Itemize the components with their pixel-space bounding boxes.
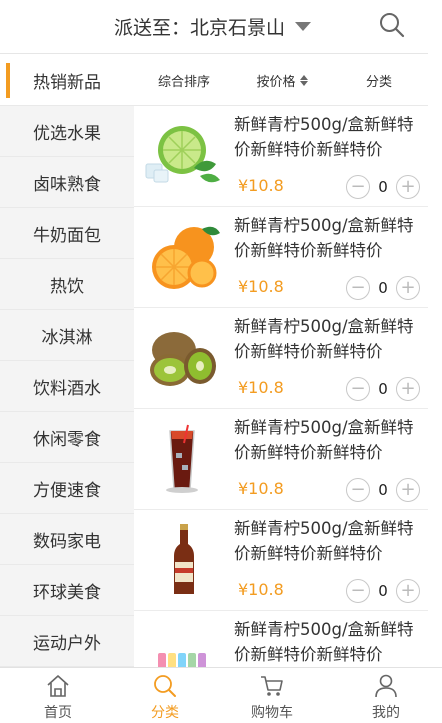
- quantity-value: 0: [378, 380, 388, 398]
- orange-image: [152, 226, 220, 289]
- sidebar-item-deli[interactable]: 卤味熟食: [0, 157, 134, 208]
- product-price: ¥10.8: [238, 580, 284, 599]
- quantity-stepper: − 0 +: [346, 478, 420, 502]
- sidebar-item-hot-drinks[interactable]: 热饮: [0, 259, 134, 310]
- product-price: ¥10.8: [238, 176, 284, 195]
- drink-bottles-image: [158, 653, 206, 667]
- sort-comprehensive[interactable]: 综合排序: [134, 71, 234, 90]
- sort-by-price-label: 按价格: [256, 74, 296, 90]
- product-price: ¥10.8: [238, 479, 284, 498]
- product-list: 新鲜青柠500g/盒新鲜特价新鲜特价新鲜特价 ¥10.8 − 0 + 新鲜青柠5…: [134, 106, 428, 667]
- quantity-value: 0: [378, 279, 388, 297]
- product-title: 新鲜青柠500g/盒新鲜特价新鲜特价新鲜特价: [234, 418, 414, 462]
- lime-image: [145, 126, 220, 183]
- minus-button[interactable]: −: [346, 276, 370, 300]
- plus-button[interactable]: +: [396, 276, 420, 300]
- tab-cart[interactable]: 购物车: [214, 668, 330, 723]
- sidebar-item-ice-cream[interactable]: 冰淇淋: [0, 310, 134, 361]
- plus-button[interactable]: +: [396, 377, 420, 401]
- caret-down-icon: [295, 21, 312, 31]
- tab-category[interactable]: 分类: [116, 668, 214, 723]
- kiwi-image: [150, 332, 216, 386]
- product-item[interactable]: 新鲜青柠500g/盒新鲜特价新鲜特价新鲜特价 ¥10.8 − 0 +: [134, 308, 428, 409]
- home-icon: [47, 675, 69, 697]
- tab-mine[interactable]: 我的: [330, 668, 442, 723]
- sort-arrows-icon: [299, 74, 308, 86]
- sidebar-item-global-food[interactable]: 环球美食: [0, 565, 134, 616]
- quantity-stepper: − 0 +: [346, 579, 420, 603]
- quantity-value: 0: [378, 178, 388, 196]
- sidebar-item-fruit[interactable]: 优选水果: [0, 106, 134, 157]
- product-item[interactable]: 新鲜青柠500g/盒新鲜特价新鲜特价新鲜特价 ¥10.8 − 0 +: [134, 409, 428, 510]
- product-title: 新鲜青柠500g/盒新鲜特价新鲜特价新鲜特价: [234, 519, 414, 563]
- minus-button[interactable]: −: [346, 579, 370, 603]
- sidebar-item-electronics[interactable]: 数码家电: [0, 514, 134, 565]
- search-icon[interactable]: [378, 11, 406, 39]
- user-icon: [375, 674, 397, 698]
- tab-cart-label: 购物车: [251, 705, 293, 721]
- product-item[interactable]: 新鲜青柠500g/盒新鲜特价新鲜特价新鲜特价: [134, 611, 428, 667]
- location-label: 派送至：北京石景山: [114, 16, 286, 39]
- product-title: 新鲜青柠500g/盒新鲜特价新鲜特价新鲜特价: [234, 216, 414, 260]
- quantity-value: 0: [378, 582, 388, 600]
- product-title: 新鲜青柠500g/盒新鲜特价新鲜特价新鲜特价: [234, 620, 414, 664]
- quantity-value: 0: [378, 481, 388, 499]
- sort-bar: 综合排序 按价格 分类: [134, 55, 428, 106]
- sidebar-item-outdoor[interactable]: 运动户外: [0, 616, 134, 667]
- search-icon: [154, 675, 176, 697]
- plus-button[interactable]: +: [396, 175, 420, 199]
- sidebar-item-snacks[interactable]: 休闲零食: [0, 412, 134, 463]
- product-item[interactable]: 新鲜青柠500g/盒新鲜特价新鲜特价新鲜特价 ¥10.8 − 0 +: [134, 510, 428, 611]
- minus-button[interactable]: −: [346, 478, 370, 502]
- tab-home-label: 首页: [44, 705, 72, 721]
- minus-button[interactable]: −: [346, 175, 370, 199]
- tab-mine-label: 我的: [372, 705, 400, 721]
- sidebar-item-instant-food[interactable]: 方便速食: [0, 463, 134, 514]
- beer-bottle-image: [174, 524, 194, 594]
- minus-button[interactable]: −: [346, 377, 370, 401]
- sidebar-item-beverages[interactable]: 饮料酒水: [0, 361, 134, 412]
- cart-icon: [261, 676, 283, 696]
- product-price: ¥10.8: [238, 277, 284, 296]
- product-item[interactable]: 新鲜青柠500g/盒新鲜特价新鲜特价新鲜特价 ¥10.8 − 0 +: [134, 207, 428, 308]
- product-title: 新鲜青柠500g/盒新鲜特价新鲜特价新鲜特价: [234, 317, 414, 361]
- sort-category[interactable]: 分类: [330, 71, 428, 90]
- bottom-tab-bar: 首页 分类 购物车 我的: [0, 667, 442, 723]
- header-bar: 派送至：北京石景山: [0, 0, 442, 54]
- plus-button[interactable]: +: [396, 579, 420, 603]
- quantity-stepper: − 0 +: [346, 276, 420, 300]
- product-price: ¥10.8: [238, 378, 284, 397]
- tab-category-label: 分类: [151, 705, 179, 721]
- sidebar-item-milk-bread[interactable]: 牛奶面包: [0, 208, 134, 259]
- sidebar-item-hot-new[interactable]: 热销新品: [0, 55, 134, 106]
- product-title: 新鲜青柠500g/盒新鲜特价新鲜特价新鲜特价: [234, 115, 414, 159]
- scroll-edge: [428, 0, 442, 667]
- tab-home[interactable]: 首页: [0, 668, 116, 723]
- quantity-stepper: − 0 +: [346, 175, 420, 199]
- cola-glass-image: [166, 424, 198, 493]
- plus-button[interactable]: +: [396, 478, 420, 502]
- product-item[interactable]: 新鲜青柠500g/盒新鲜特价新鲜特价新鲜特价 ¥10.8 − 0 +: [134, 106, 428, 207]
- category-sidebar: 热销新品 优选水果 卤味熟食 牛奶面包 热饮 冰淇淋 饮料酒水 休闲零食 方便速…: [0, 55, 134, 667]
- sort-by-price[interactable]: 按价格: [234, 71, 330, 90]
- quantity-stepper: − 0 +: [346, 377, 420, 401]
- location-selector[interactable]: 派送至：北京石景山: [114, 12, 312, 40]
